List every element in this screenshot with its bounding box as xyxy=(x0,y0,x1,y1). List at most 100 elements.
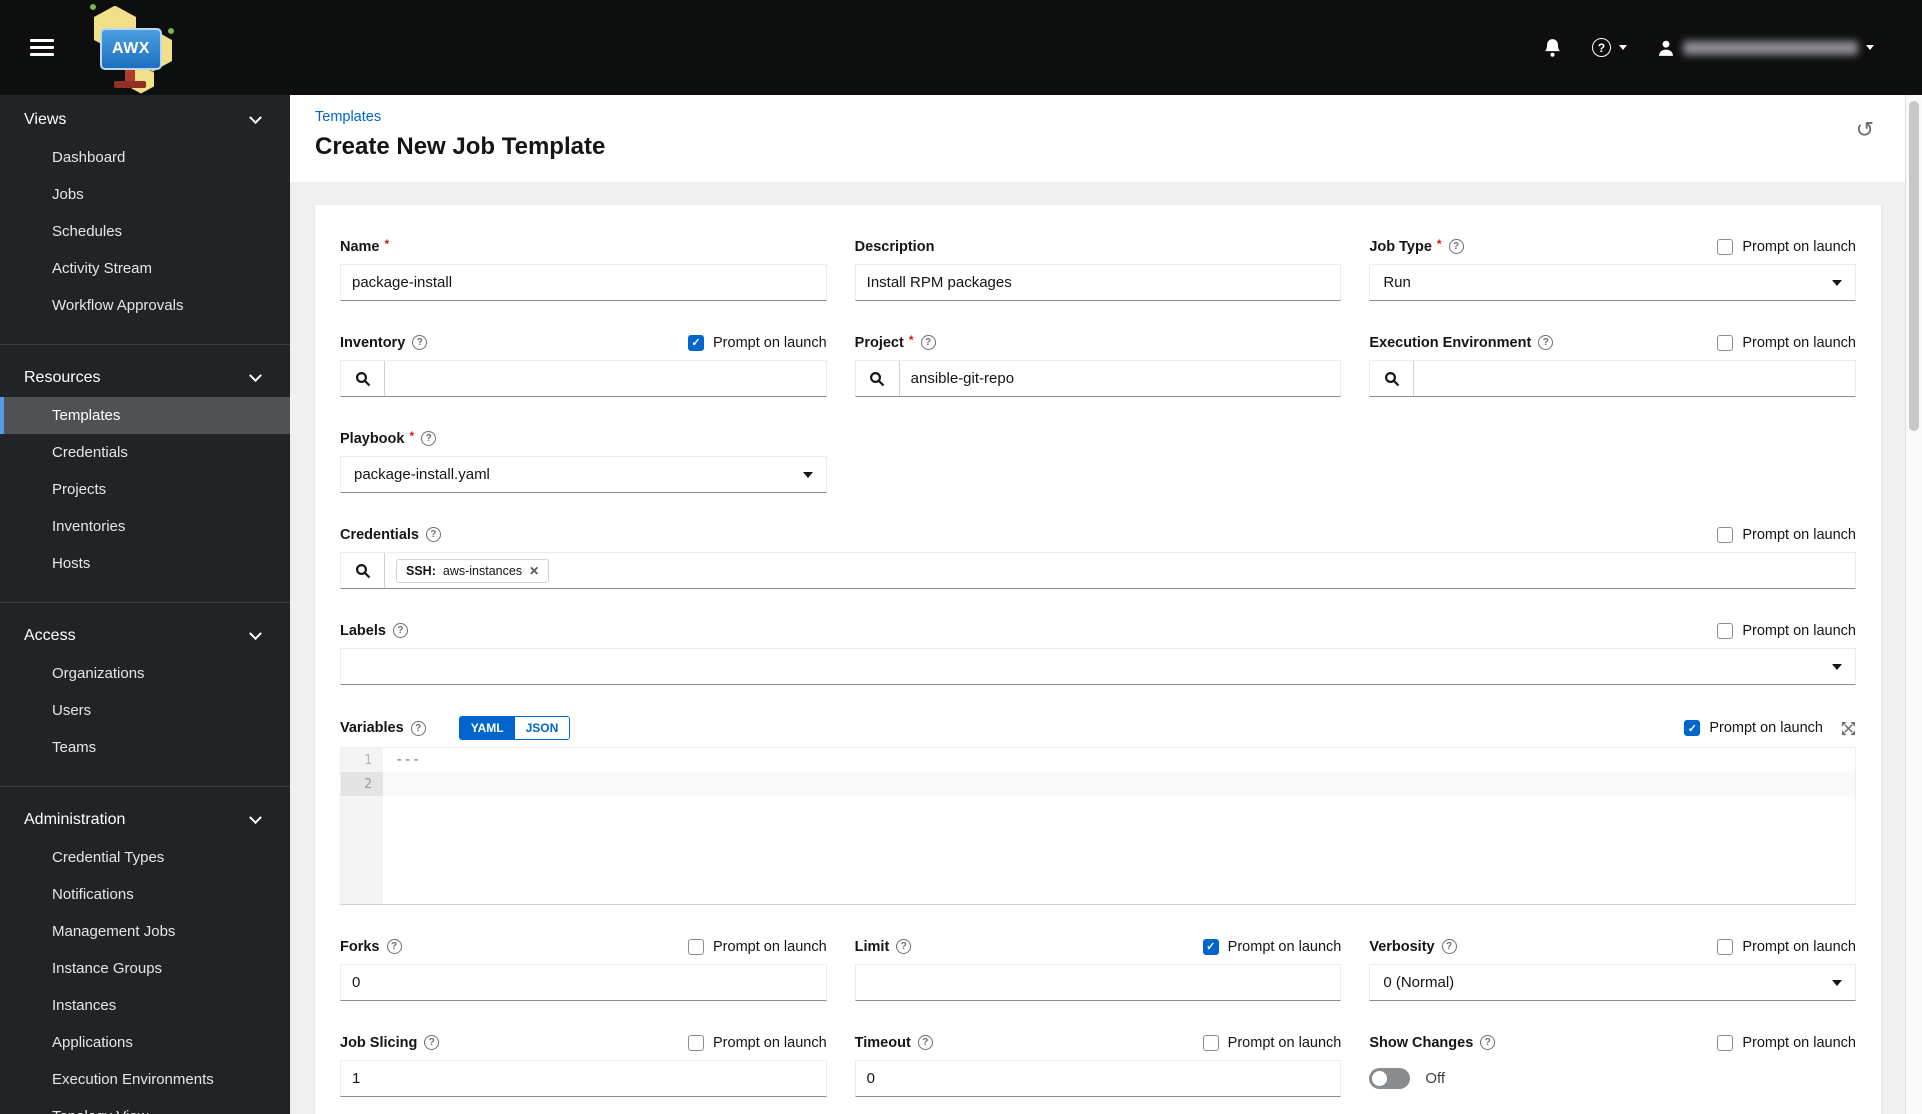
labels-select[interactable] xyxy=(340,648,1856,685)
checkbox[interactable] xyxy=(1202,1034,1219,1051)
inventory-label: Inventory xyxy=(340,334,406,351)
checkbox[interactable] xyxy=(1684,720,1701,736)
scrollbar[interactable] xyxy=(1905,95,1922,1114)
sidebar-item-applications[interactable]: Applications xyxy=(0,1024,290,1061)
sidebar-item-teams[interactable]: Teams xyxy=(0,729,290,766)
hamburger-menu-icon[interactable] xyxy=(30,35,54,60)
help-icon[interactable]: ? xyxy=(392,623,408,638)
labels-prompt-on-launch[interactable]: Prompt on launch xyxy=(1717,622,1856,639)
checkbox[interactable] xyxy=(1717,1034,1734,1051)
sidebar-item-dashboard[interactable]: Dashboard xyxy=(0,139,290,176)
execution-environment-search-button[interactable] xyxy=(1370,361,1415,396)
help-icon[interactable]: ? xyxy=(1538,335,1554,350)
forks-input[interactable] xyxy=(340,964,827,1001)
limit-input[interactable] xyxy=(854,964,1342,1001)
job-type-prompt-on-launch[interactable]: Prompt on launch xyxy=(1717,238,1856,255)
show-changes-prompt-on-launch[interactable]: Prompt on launch xyxy=(1717,1034,1856,1051)
checkbox[interactable] xyxy=(1717,238,1734,255)
help-icon[interactable]: ? xyxy=(386,939,402,954)
sidebar-item-topology-view[interactable]: Topology View xyxy=(0,1098,290,1114)
checkbox[interactable] xyxy=(688,334,704,351)
help-icon[interactable]: ? xyxy=(425,527,441,542)
help-icon[interactable]: ? xyxy=(920,335,936,350)
sidebar-item-instances[interactable]: Instances xyxy=(0,987,290,1024)
sidebar-item-hosts[interactable]: Hosts xyxy=(0,545,290,582)
sidebar-item-users[interactable]: Users xyxy=(0,692,290,729)
checkbox[interactable] xyxy=(1717,938,1734,955)
variables-prompt-on-launch[interactable]: Prompt on launch xyxy=(1684,720,1823,736)
breadcrumb-templates-link[interactable]: Templates xyxy=(315,109,381,125)
sidebar-item-inventories[interactable]: Inventories xyxy=(0,508,290,545)
chip-remove-icon[interactable]: ✕ xyxy=(529,565,539,577)
credentials-search-button[interactable] xyxy=(341,553,385,588)
help-icon[interactable]: ? xyxy=(1448,239,1464,254)
sidebar-item-execution-environments[interactable]: Execution Environments xyxy=(0,1061,290,1098)
yaml-toggle-button[interactable]: YAML xyxy=(459,717,515,739)
sidebar-section-administration[interactable]: Administration xyxy=(0,801,290,839)
sidebar-item-workflow-approvals[interactable]: Workflow Approvals xyxy=(0,287,290,324)
field-job-slicing: Job Slicing? Prompt on launch xyxy=(340,1032,827,1097)
project-search-button[interactable] xyxy=(855,361,900,396)
sidebar-item-templates[interactable]: Templates xyxy=(0,397,290,434)
verbosity-select[interactable]: 0 (Normal) xyxy=(1369,964,1856,1001)
name-input[interactable] xyxy=(340,264,827,301)
sidebar-section-resources[interactable]: Resources xyxy=(0,359,290,397)
scrollbar-thumb[interactable] xyxy=(1909,101,1919,431)
job-type-value: Run xyxy=(1383,274,1411,291)
sidebar-item-credentials[interactable]: Credentials xyxy=(0,434,290,471)
execution-environment-input[interactable] xyxy=(1414,361,1855,396)
awx-logo[interactable]: AWX xyxy=(76,3,176,94)
sidebar-item-jobs[interactable]: Jobs xyxy=(0,176,290,213)
checkbox[interactable] xyxy=(1717,526,1734,543)
inventory-prompt-on-launch[interactable]: Prompt on launch xyxy=(688,334,827,351)
sidebar-item-credential-types[interactable]: Credential Types xyxy=(0,839,290,876)
execution-environment-prompt-on-launch[interactable]: Prompt on launch xyxy=(1717,334,1856,351)
playbook-select[interactable]: package-install.yaml xyxy=(340,456,827,493)
sidebar-item-projects[interactable]: Projects xyxy=(0,471,290,508)
credentials-prompt-on-launch[interactable]: Prompt on launch xyxy=(1717,526,1856,543)
history-icon[interactable]: ↺ xyxy=(1856,119,1874,141)
help-icon[interactable]: ? xyxy=(424,1035,440,1050)
help-icon[interactable]: ? xyxy=(1441,939,1457,954)
variables-code-editor[interactable]: 1 2 --- xyxy=(340,747,1856,905)
checkbox[interactable] xyxy=(688,938,704,955)
project-input[interactable] xyxy=(899,361,1341,396)
sidebar-item-management-jobs[interactable]: Management Jobs xyxy=(0,913,290,950)
checkbox[interactable] xyxy=(1202,938,1219,955)
forks-prompt-on-launch[interactable]: Prompt on launch xyxy=(688,938,827,955)
show-changes-label: Show Changes xyxy=(1369,1034,1474,1051)
checkbox[interactable] xyxy=(1717,622,1734,639)
checkbox[interactable] xyxy=(1717,334,1734,351)
help-icon[interactable]: ? xyxy=(410,720,426,736)
verbosity-prompt-on-launch[interactable]: Prompt on launch xyxy=(1717,938,1856,955)
sidebar-section-access[interactable]: Access xyxy=(0,617,290,655)
help-icon[interactable]: ? xyxy=(896,939,912,954)
sidebar-section-views[interactable]: Views xyxy=(0,101,290,139)
editor-body[interactable]: --- xyxy=(383,748,1855,904)
user-menu-button[interactable] xyxy=(1657,39,1874,57)
help-icon[interactable]: ? xyxy=(421,431,437,446)
expand-icon[interactable] xyxy=(1841,721,1856,736)
sidebar-item-activity-stream[interactable]: Activity Stream xyxy=(0,250,290,287)
limit-prompt-on-launch[interactable]: Prompt on launch xyxy=(1202,938,1341,955)
help-icon[interactable]: ? xyxy=(412,335,428,350)
sidebar-item-organizations[interactable]: Organizations xyxy=(0,655,290,692)
inventory-input[interactable] xyxy=(385,361,826,396)
sidebar-item-notifications[interactable]: Notifications xyxy=(0,876,290,913)
help-menu-button[interactable]: ? xyxy=(1592,38,1627,57)
job-slicing-prompt-on-launch[interactable]: Prompt on launch xyxy=(688,1034,827,1051)
json-toggle-button[interactable]: JSON xyxy=(514,717,570,739)
show-changes-toggle[interactable] xyxy=(1369,1068,1411,1089)
inventory-search-button[interactable] xyxy=(341,361,385,396)
description-input[interactable] xyxy=(854,264,1342,301)
checkbox[interactable] xyxy=(688,1034,704,1051)
notifications-bell-button[interactable] xyxy=(1543,38,1562,58)
sidebar-item-instance-groups[interactable]: Instance Groups xyxy=(0,950,290,987)
sidebar-item-schedules[interactable]: Schedules xyxy=(0,213,290,250)
job-type-select[interactable]: Run xyxy=(1369,264,1856,301)
help-icon[interactable]: ? xyxy=(917,1035,933,1050)
timeout-prompt-on-launch[interactable]: Prompt on launch xyxy=(1202,1034,1341,1051)
help-icon[interactable]: ? xyxy=(1480,1035,1496,1050)
job-slicing-input[interactable] xyxy=(340,1060,827,1097)
timeout-input[interactable] xyxy=(854,1060,1342,1097)
